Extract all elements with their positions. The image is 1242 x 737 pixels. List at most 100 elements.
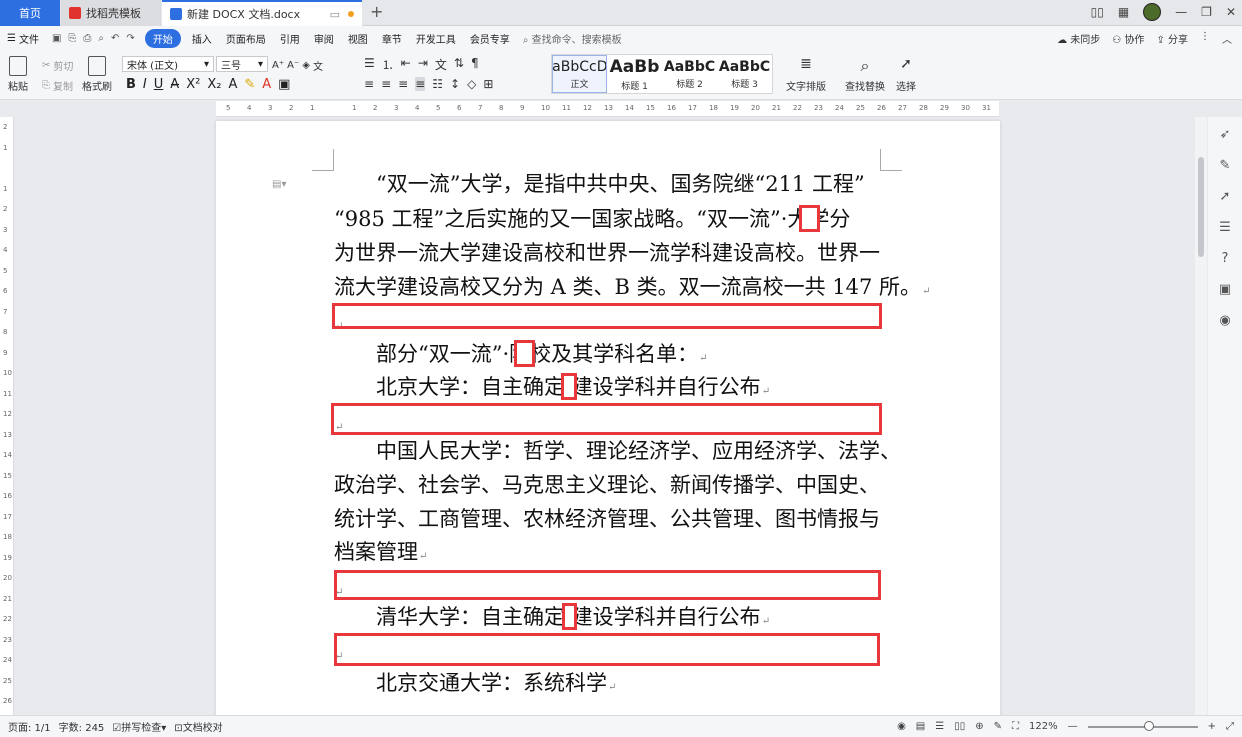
distribute-icon[interactable]: ☷ <box>432 77 443 91</box>
style-heading-2[interactable]: AaBbC 标题 2 <box>662 55 717 93</box>
undo-icon[interactable]: ↶ <box>111 33 119 44</box>
style-heading-1[interactable]: AaBb 标题 1 <box>607 55 662 93</box>
word-count[interactable]: 字数: 245 <box>59 719 105 734</box>
vertical-ruler[interactable]: 2 1 1 2 3 4 5 6 7 8 9 10 11 12 13 14 15 16 17 18 19 20 21 22 23 2… <box>0 117 14 715</box>
preview-icon[interactable]: ⌕ <box>98 33 104 44</box>
find-replace-button[interactable]: ⌕ 查找替换 <box>845 56 885 93</box>
font-grow-icon[interactable]: A⁺ <box>272 60 284 71</box>
image-tool-icon[interactable]: ▣ <box>1219 282 1231 297</box>
eye-protection-icon[interactable]: ◉ <box>897 721 906 732</box>
number-list-icon[interactable]: ⒈ <box>382 56 394 73</box>
write-mode-icon[interactable]: ✎ <box>994 721 1002 732</box>
close-icon[interactable]: ✕ <box>1226 5 1236 19</box>
redo-icon[interactable]: ↷ <box>126 33 134 44</box>
tab-review[interactable]: 审阅 <box>307 31 341 46</box>
doc-line[interactable]: 北京大学：自主确定·建设学科并自行公布↵ <box>334 375 770 404</box>
line-spacing-icon[interactable]: ↕ <box>450 77 460 91</box>
select-button[interactable]: ➚ 选择 <box>896 56 916 93</box>
vertical-scrollbar[interactable] <box>1195 117 1207 715</box>
doc-line[interactable]: “双一流”大学，是指中共中央、国务院继“211 工程” <box>334 172 865 196</box>
zoom-slider-knob[interactable] <box>1143 720 1154 731</box>
superscript-icon[interactable]: X² <box>186 77 200 92</box>
align-right-icon[interactable]: ≡ <box>398 77 408 91</box>
chinese-layout-icon[interactable]: 文 <box>435 56 447 73</box>
border-icon[interactable]: ⊞ <box>483 77 493 91</box>
shading-icon[interactable]: ◇ <box>467 77 476 91</box>
new-tab-button[interactable]: + <box>370 2 383 21</box>
paragraph-menu-icon[interactable]: ▤▾ <box>272 179 286 191</box>
font-shrink-icon[interactable]: A⁻ <box>287 60 299 71</box>
phonetic-icon[interactable]: 文 <box>313 58 323 73</box>
doc-line[interactable]: 为世界一流大学建设高校和世界一流学科建设高校。世界一 <box>334 241 880 265</box>
doc-line[interactable]: 档案管理↵ <box>334 540 427 569</box>
outdent-icon[interactable]: ⇤ <box>401 56 411 73</box>
minimize-icon[interactable]: — <box>1175 5 1187 19</box>
char-border-icon[interactable]: ▣ <box>278 77 290 92</box>
command-search[interactable]: ⌕ 查找命令、搜索模板 <box>523 31 622 46</box>
text-layout-button[interactable]: ≣ 文字排版 <box>786 56 826 93</box>
clear-format-icon[interactable]: ◈ <box>302 60 310 71</box>
doc-line[interactable]: 清华大学：自主确定·建设学科并自行公布↵ <box>334 605 770 634</box>
doc-line[interactable]: 政治学、社会学、马克思主义理论、新闻传播学、中国史、 <box>334 473 880 497</box>
tab-document[interactable]: 新建 DOCX 文档.docx ▭ <box>162 0 362 26</box>
collab-button[interactable]: ⚇ 协作 <box>1112 31 1144 46</box>
tab-developer[interactable]: 开发工具 <box>409 31 463 46</box>
restore-icon[interactable]: ❐ <box>1201 5 1212 19</box>
help-icon[interactable]: ? <box>1222 251 1229 266</box>
font-size-select[interactable]: 三号 ▾ <box>216 56 268 72</box>
tab-layout[interactable]: 页面布局 <box>219 31 273 46</box>
tab-start[interactable]: 开始 <box>144 28 181 48</box>
tab-reference[interactable]: 引用 <box>273 31 307 46</box>
style-heading-3[interactable]: AaBbC 标题 3 <box>717 55 772 93</box>
zoom-level[interactable]: 122% <box>1029 721 1058 732</box>
share-button[interactable]: ⇪ 分享 <box>1156 31 1188 46</box>
sort-icon[interactable]: ⇅ <box>454 56 464 73</box>
pen-icon[interactable]: ✎ <box>1220 158 1231 173</box>
cut-button[interactable]: ✂ 剪切 <box>42 58 73 73</box>
export-icon[interactable]: ⎘ <box>68 33 76 44</box>
tab-home[interactable]: 首页 <box>0 0 60 26</box>
doc-line[interactable]: “985 工程”之后实施的又一国家战略。“双一流”·大学分 <box>334 207 850 231</box>
strikethrough-icon[interactable]: A̶ <box>170 77 179 92</box>
indent-icon[interactable]: ⇥ <box>418 56 428 73</box>
fullscreen-icon[interactable]: ⤢ <box>1226 721 1234 732</box>
more-icon[interactable]: ⋮ <box>1200 31 1210 46</box>
pointer-icon[interactable]: ➚ <box>1220 189 1231 204</box>
paste-button[interactable]: 粘贴 <box>8 56 28 93</box>
monitor-icon[interactable]: ▭ <box>330 8 340 21</box>
font-name-select[interactable]: 宋体 (正文) ▾ <box>122 56 214 72</box>
zoom-out-icon[interactable]: — <box>1068 721 1078 732</box>
highlight-icon[interactable]: ✎ <box>244 77 255 92</box>
scroll-thumb[interactable] <box>1198 157 1204 257</box>
spellcheck-button[interactable]: ☑拼写检查▾ <box>112 719 166 734</box>
document-page[interactable]: ▤▾ “双一流”大学，是指中共中央、国务院继“211 工程” “985 工程”之… <box>216 121 1000 715</box>
tab-template[interactable]: 找稻壳模板 <box>61 0 161 26</box>
doc-line[interactable]: 中国人民大学：哲学、理论经济学、应用经济学、法学、 <box>334 439 901 463</box>
collapse-ribbon-icon[interactable]: ︿ <box>1222 31 1232 46</box>
print-icon[interactable]: ⎙ <box>83 33 91 44</box>
zoom-slider[interactable] <box>1087 720 1198 731</box>
bold-icon[interactable]: B <box>126 77 136 92</box>
location-icon[interactable]: ◉ <box>1219 313 1230 328</box>
align-left-icon[interactable]: ≡ <box>364 77 374 91</box>
file-menu[interactable]: ☰ 文件 <box>0 31 46 46</box>
apps-grid-icon[interactable]: ▦ <box>1118 5 1129 19</box>
font-color-icon[interactable]: A <box>262 77 271 92</box>
align-center-icon[interactable]: ≡ <box>381 77 391 91</box>
underline-icon[interactable]: U <box>154 77 164 92</box>
fit-page-icon[interactable]: ⛶ <box>1012 721 1019 732</box>
outline-view-icon[interactable]: ☰ <box>935 721 944 732</box>
tab-view[interactable]: 视图 <box>341 31 375 46</box>
tab-insert[interactable]: 插入 <box>185 31 219 46</box>
doc-line[interactable]: 统计学、工商管理、农林经济管理、公共管理、图书情报与 <box>334 507 880 531</box>
copy-button[interactable]: ⎘ 复制 <box>42 78 73 93</box>
save-icon[interactable]: ▣ <box>52 33 61 44</box>
page-view-icon[interactable]: ▤ <box>916 721 925 732</box>
rocket-icon[interactable]: ➶ <box>1220 127 1231 142</box>
text-effect-icon[interactable]: A <box>228 77 237 92</box>
sync-button[interactable]: ☁ 未同步 <box>1057 31 1100 46</box>
show-marks-icon[interactable]: ¶ <box>471 56 479 73</box>
doc-line[interactable]: 北京交通大学：系统科学↵ <box>334 671 616 700</box>
avatar[interactable] <box>1143 3 1162 21</box>
settings-sliders-icon[interactable]: ☰ <box>1219 220 1231 235</box>
